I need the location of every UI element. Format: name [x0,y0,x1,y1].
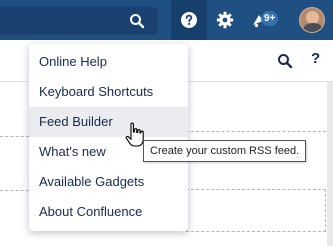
page-help-button[interactable]: ? [311,50,320,67]
global-search-field[interactable] [0,7,158,35]
vertical-scrollbar[interactable] [327,82,333,246]
menu-item-online-help[interactable]: Online Help [29,47,188,77]
dashboard-panel [186,189,326,232]
gear-icon [216,11,234,29]
avatar [299,7,325,33]
user-profile-button[interactable] [292,0,332,40]
menu-item-available-gadgets[interactable]: Available Gadgets [29,167,188,197]
help-dropdown-menu: Online Help Keyboard Shortcuts Feed Buil… [29,44,188,231]
search-icon[interactable] [129,13,145,29]
menu-item-feed-builder[interactable]: Feed Builder [29,107,188,137]
notifications-button[interactable]: 9+ [244,0,286,40]
question-mark-icon [181,12,197,28]
help-button[interactable] [171,0,207,40]
menu-item-keyboard-shortcuts[interactable]: Keyboard Shortcuts [29,77,188,107]
dashboard-panel [186,104,331,132]
tooltip: Create your custom RSS feed. [143,140,307,162]
settings-button[interactable] [208,0,242,40]
top-navigation-bar: 9+ [0,0,333,40]
menu-item-about-confluence[interactable]: About Confluence [29,197,188,227]
notification-count-badge: 9+ [261,11,279,26]
search-icon[interactable] [277,53,293,69]
